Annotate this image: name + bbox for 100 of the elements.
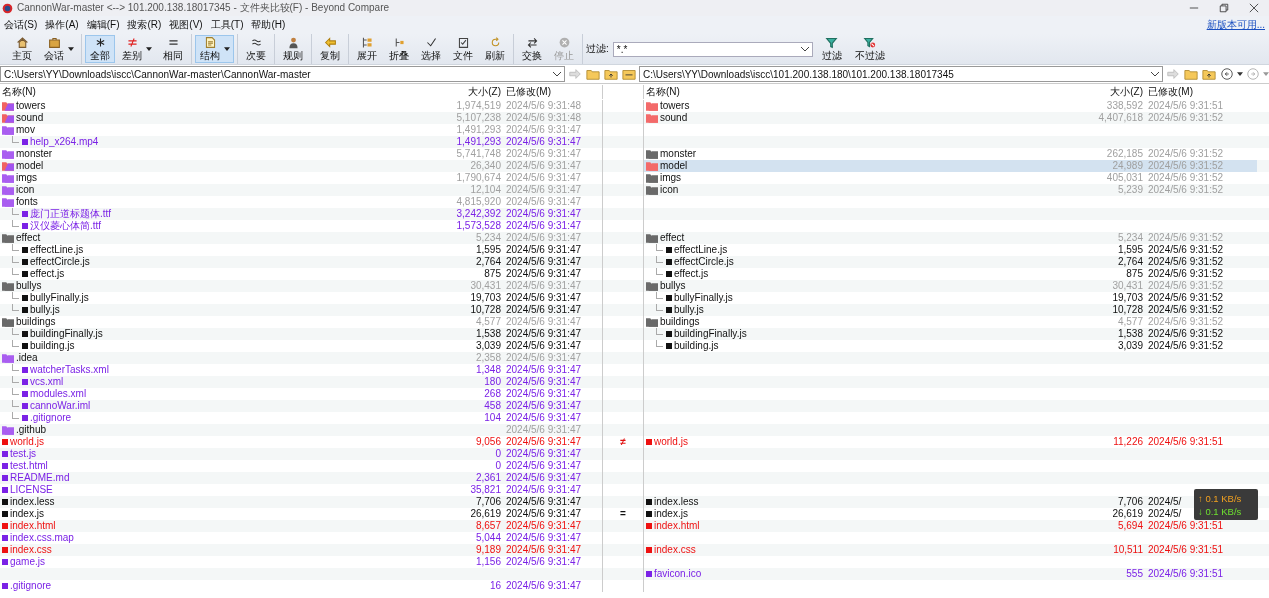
column-header[interactable]: 已修改(M) [1143, 85, 1238, 99]
menu-item[interactable]: 会话(S) [4, 18, 38, 32]
file-name[interactable]: index.less [10, 496, 55, 508]
file-name[interactable]: bully.js [30, 304, 60, 316]
column-header[interactable]: 名称(N) [644, 85, 1051, 99]
file-name[interactable]: world.js [654, 436, 688, 448]
file-name[interactable]: test.js [10, 448, 37, 460]
file-name[interactable]: index.html [10, 520, 56, 532]
file-name[interactable]: effectLine.js [674, 244, 728, 256]
toolbar-button[interactable]: 规则 [278, 35, 308, 63]
file-name[interactable]: .github [16, 424, 47, 436]
toolbar-button[interactable]: 复制 [315, 35, 345, 63]
file-name[interactable]: sound [16, 112, 44, 124]
file-name[interactable]: buildings [660, 316, 700, 328]
file-name[interactable]: monster [660, 148, 697, 160]
column-header[interactable]: 大小(Z) [409, 85, 501, 99]
file-name[interactable]: buildings [16, 316, 56, 328]
file-name[interactable]: index.js [654, 508, 688, 520]
caret-icon[interactable] [224, 47, 230, 51]
toolbar-button[interactable]: 次要 [241, 35, 271, 63]
file-name[interactable]: test.html [10, 460, 48, 472]
caret-icon[interactable] [1237, 72, 1243, 76]
file-name[interactable]: index.css [654, 544, 696, 556]
file-name[interactable]: .idea [16, 352, 38, 364]
file-name[interactable]: buildingFinally.js [30, 328, 103, 340]
menu-item[interactable]: 工具(T) [210, 18, 244, 32]
file-name[interactable]: effectLine.js [30, 244, 84, 256]
file-name[interactable]: modules.xml [30, 388, 87, 400]
file-name[interactable]: bullys [660, 280, 686, 292]
file-name[interactable]: imgs [16, 172, 38, 184]
toolbar-button[interactable]: 全部 [85, 35, 115, 63]
menu-item[interactable]: 视图(V) [169, 18, 203, 32]
file-name[interactable]: README.md [10, 472, 70, 484]
file-name[interactable]: game.js [10, 556, 45, 568]
file-name[interactable]: towers [16, 100, 46, 112]
folder-up-icon[interactable] [1202, 67, 1216, 81]
file-name[interactable]: bully.js [674, 304, 704, 316]
file-name[interactable]: index.less [654, 496, 699, 508]
file-name[interactable]: mov [16, 124, 35, 136]
file-name[interactable]: buildingFinally.js [674, 328, 747, 340]
toolbar-button[interactable]: 折叠 [384, 35, 414, 63]
file-name[interactable]: watcherTasks.xml [30, 364, 109, 376]
file-name[interactable]: bullyFinally.js [674, 292, 733, 304]
file-name[interactable]: effect.js [674, 268, 709, 280]
toolbar-button[interactable]: 刷新 [480, 35, 510, 63]
toolbar-button[interactable]: 选择 [416, 35, 446, 63]
file-name[interactable]: 庞门正道标题体.ttf [30, 208, 112, 220]
column-header[interactable]: 名称(N) [0, 85, 409, 99]
file-name[interactable]: model [660, 160, 688, 172]
file-name[interactable]: 汉仪菱心体简.ttf [30, 220, 102, 232]
file-name[interactable]: icon [16, 184, 35, 196]
file-name[interactable]: towers [660, 100, 690, 112]
toolbar-button[interactable]: 交换 [517, 35, 547, 63]
file-name[interactable]: .gitignore [10, 580, 52, 592]
file-name[interactable]: bullys [16, 280, 42, 292]
file-name[interactable]: icon [660, 184, 679, 196]
file-name[interactable]: building.js [30, 340, 75, 352]
back-icon[interactable] [1220, 67, 1234, 81]
file-name[interactable]: effectCircle.js [30, 256, 90, 268]
restore-icon[interactable] [1219, 3, 1229, 13]
file-name[interactable]: fonts [16, 196, 38, 208]
file-name[interactable]: effect.js [30, 268, 65, 280]
file-name[interactable]: effect [660, 232, 685, 244]
toolbar-button[interactable]: 展开 [352, 35, 382, 63]
file-name[interactable]: index.css.map [10, 532, 74, 544]
column-header[interactable]: 已修改(M) [501, 85, 596, 99]
dropdown-caret-icon[interactable] [800, 46, 809, 52]
dropdown-caret-icon[interactable] [553, 71, 561, 77]
file-name[interactable]: model [16, 160, 44, 172]
filter-field[interactable]: *.* [612, 41, 813, 57]
caret-icon[interactable] [146, 47, 152, 51]
menu-item[interactable]: 帮助(H) [251, 18, 286, 32]
menu-item[interactable]: 搜索(R) [127, 18, 162, 32]
folder-up-icon[interactable] [604, 67, 618, 81]
toolbar-button[interactable]: 结构 [195, 35, 234, 63]
file-name[interactable]: building.js [674, 340, 719, 352]
toolbar-button[interactable]: 差别 [117, 35, 156, 63]
toolbar-button[interactable]: 相同 [158, 35, 188, 63]
filter-button[interactable]: 不过滤 [850, 34, 889, 64]
path-field[interactable]: C:\Users\YY\Downloads\iscc\101.200.138.180\101.200.138.18017345 [639, 66, 1163, 82]
file-name[interactable]: bullyFinally.js [30, 292, 89, 304]
dropdown-caret-icon[interactable] [1151, 71, 1159, 77]
file-name[interactable]: help_x264.mp4 [30, 136, 99, 148]
file-name[interactable]: effect [16, 232, 41, 244]
filter-button[interactable]: 过滤 [816, 34, 847, 64]
file-name[interactable]: cannoWar.iml [30, 400, 91, 412]
selected-row[interactable]: model 24,989 2024/5/6 9:31:52 [643, 160, 1257, 172]
column-header[interactable]: 大小(Z) [1051, 85, 1143, 99]
toolbar-button[interactable]: 文件 [448, 35, 478, 63]
file-name[interactable]: index.css [10, 544, 52, 556]
file-name[interactable]: effectCircle.js [674, 256, 734, 268]
file-name[interactable]: vcs.xml [30, 376, 64, 388]
file-name[interactable]: index.html [654, 520, 700, 532]
caret-icon[interactable] [68, 47, 74, 51]
toolbar-button[interactable]: 会话 [39, 35, 78, 63]
file-name[interactable]: monster [16, 148, 53, 160]
file-name[interactable]: LICENSE [10, 484, 53, 496]
swap-folders-icon[interactable] [622, 67, 636, 81]
toolbar-button[interactable]: 主页 [7, 35, 37, 63]
file-name[interactable]: sound [660, 112, 688, 124]
